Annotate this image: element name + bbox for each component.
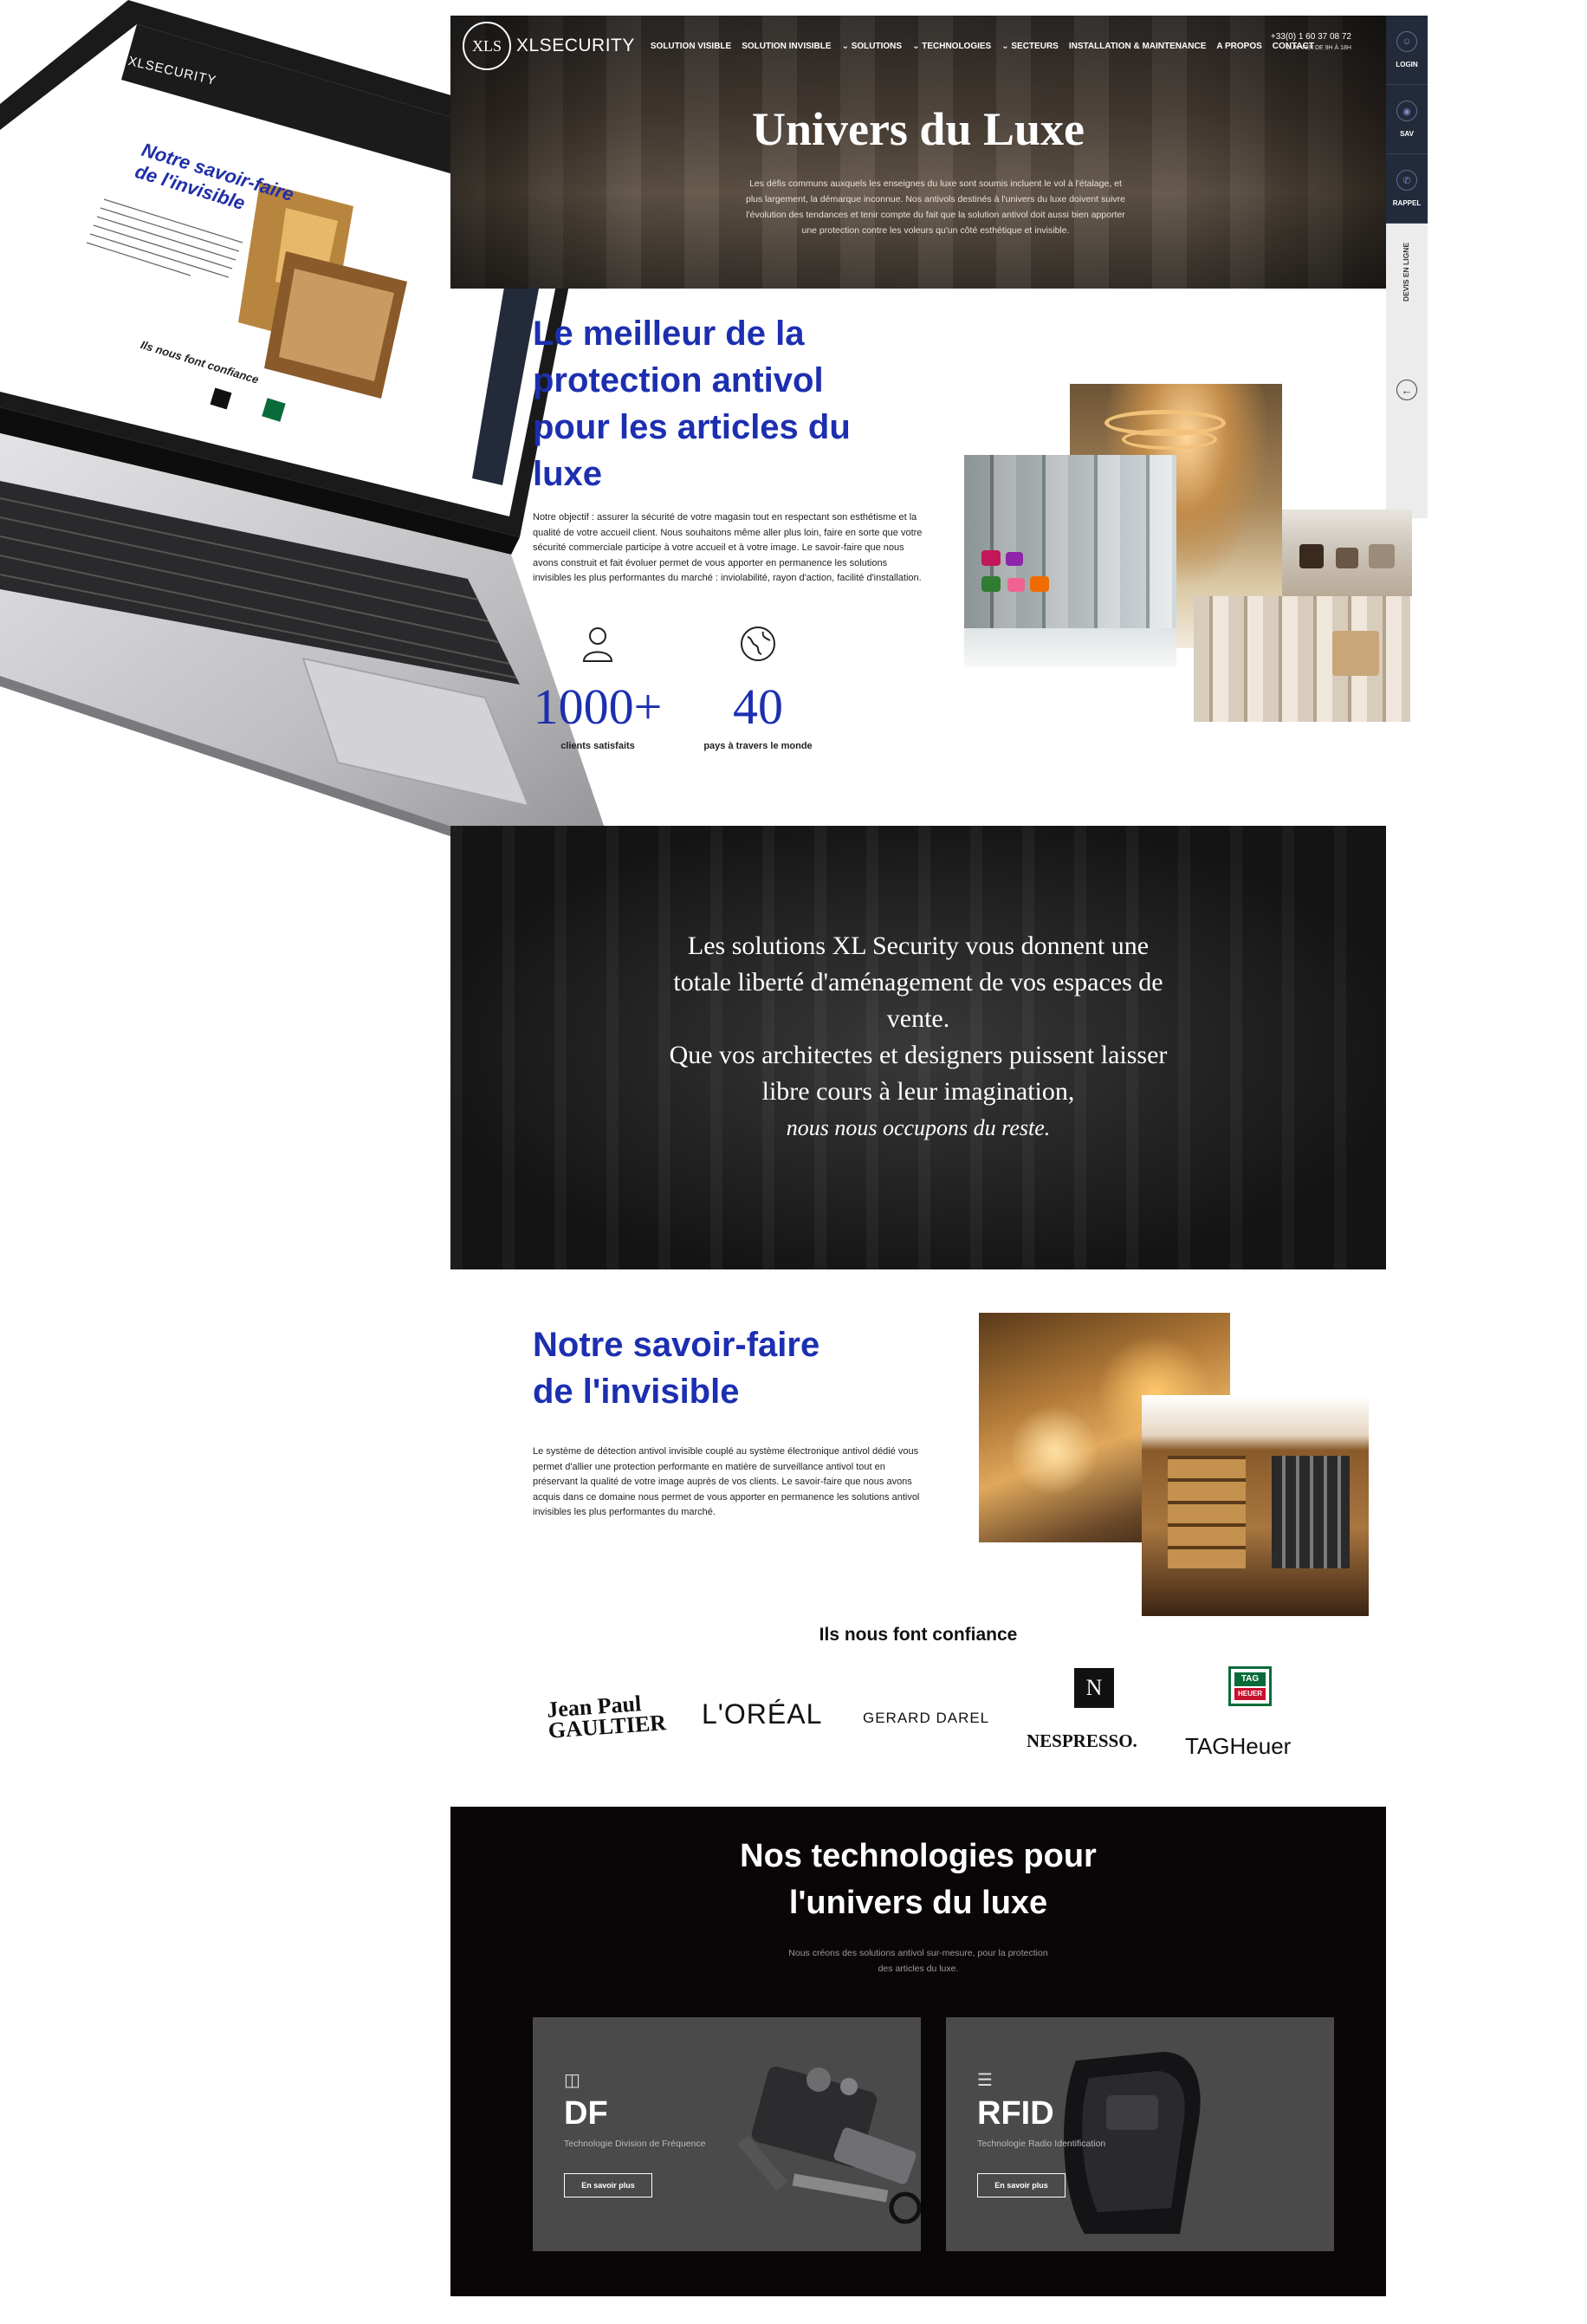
nespresso-logo-icon: N	[1074, 1668, 1114, 1708]
tech-title-line1: Nos technologies pour	[740, 1838, 1097, 1874]
website-preview: XLS XLSECURITY SOLUTION VISIBLE SOLUTION…	[450, 16, 1428, 2296]
nav-solutions[interactable]: ⌄ SOLUTIONS	[842, 42, 903, 51]
login-label: LOGIN	[1396, 61, 1418, 68]
nav-solution-invisible[interactable]: SOLUTION INVISIBLE	[742, 42, 831, 51]
top-nav: XLS XLSECURITY SOLUTION VISIBLE SOLUTION…	[450, 16, 1386, 76]
sav-button[interactable]: ◉ SAV	[1386, 85, 1428, 154]
tech-subtitle: Nous créons des solutions antivol sur-me…	[788, 1948, 1048, 1974]
stat-countries-value: 40	[733, 678, 783, 735]
tech-title: Nos technologies pour l'univers du luxe	[450, 1833, 1386, 1926]
brand-jean-paul-gaultier: Jean Paul GAULTIER	[546, 1691, 667, 1743]
hero-description: Les défis communs auxquels les enseignes…	[745, 179, 1125, 236]
nav-menu: SOLUTION VISIBLE SOLUTION INVISIBLE ⌄ SO…	[651, 42, 1314, 51]
side-rail-dark: ☺ LOGIN ◉ SAV ✆ RAPPEL	[1386, 16, 1428, 224]
phone-block: +33(0) 1 60 37 08 72 LUN-VEN DE 9H À 18H	[1265, 31, 1351, 54]
brand-jpg-line2: GAULTIER	[547, 1710, 667, 1743]
savoir-title: Notre savoir-faire de l'invisible	[533, 1321, 819, 1415]
df-more-button[interactable]: En savoir plus	[564, 2173, 652, 2197]
quote-line2: Que vos architectes et designers puissen…	[669, 1041, 1168, 1106]
rappel-button[interactable]: ✆ RAPPEL	[1386, 154, 1428, 224]
best-text: Notre objectif : assurer la sécurité de …	[533, 512, 923, 583]
tech-card-rfid[interactable]: ☰ RFID Technologie Radio Identification …	[946, 2017, 1334, 2251]
savoir-title-line2: de l'invisible	[533, 1373, 740, 1411]
arrow-left-icon[interactable]: ←	[1396, 380, 1417, 400]
nav-a-propos[interactable]: A PROPOS	[1216, 42, 1261, 51]
phone-icon: ✆	[1396, 170, 1417, 191]
nav-solution-visible[interactable]: SOLUTION VISIBLE	[651, 42, 731, 51]
rfid-title: RFID	[977, 2095, 1054, 2132]
tag-heuer-logo-icon: TAG HEUER	[1228, 1666, 1272, 1706]
stat-countries-label: pays à travers le monde	[703, 741, 813, 751]
store-photo-shelves	[1282, 510, 1412, 596]
savoir-title-line1: Notre savoir-faire	[533, 1326, 820, 1364]
hero-section: XLS XLSECURITY SOLUTION VISIBLE SOLUTION…	[450, 16, 1386, 289]
trust-section: Ils nous font confiance Jean Paul GAULTI…	[450, 1616, 1386, 1807]
df-icon: ◫	[564, 2071, 580, 2090]
rfid-icon: ☰	[977, 2071, 993, 2090]
quote-line1: Les solutions XL Security vous donnent u…	[673, 932, 1163, 1033]
hero-title: Univers du Luxe	[751, 103, 1085, 155]
nav-secteurs[interactable]: ⌄ SECTEURS	[1001, 42, 1059, 51]
rfid-more-button[interactable]: En savoir plus	[977, 2173, 1066, 2197]
login-button[interactable]: ☺ LOGIN	[1386, 16, 1428, 85]
savoir-faire-section: Notre savoir-faire de l'invisible Le sys…	[450, 1269, 1386, 1616]
quote-section: Les solutions XL Security vous donnent u…	[450, 826, 1386, 1269]
technologies-section: Nos technologies pour l'univers du luxe …	[450, 1807, 1386, 2296]
stat-clients: 1000+ clients satisfaits	[528, 625, 667, 751]
best-protection-section: Le meilleur de la protection antivol pou…	[450, 289, 1412, 826]
logo-text[interactable]: XLSECURITY	[516, 36, 635, 56]
quote-text: Les solutions XL Security vous donnent u…	[667, 928, 1169, 1146]
tag-badge-top: TAG	[1234, 1672, 1266, 1686]
devis-tab[interactable]: DEVIS EN LIGNE ←	[1386, 224, 1428, 518]
brand-nespresso: NESPRESSO.	[1027, 1730, 1137, 1751]
brand-loreal: L'ORÉAL	[702, 1698, 823, 1730]
opening-hours: LUN-VEN DE 9H À 18H	[1286, 45, 1351, 51]
nav-installation[interactable]: INSTALLATION & MAINTENANCE	[1069, 42, 1207, 51]
sav-label: SAV	[1400, 130, 1414, 138]
tag-badge-bottom: HEUER	[1234, 1688, 1266, 1700]
user-icon: ☺	[1396, 31, 1417, 52]
rappel-label: RAPPEL	[1392, 199, 1422, 207]
trust-title: Ils nous font confiance	[819, 1625, 1018, 1645]
quote-line3: nous nous occupons du reste.	[786, 1115, 1051, 1140]
store-photo-dressing	[1142, 1395, 1369, 1616]
brand-gerard-darel: GERARD DAREL	[863, 1710, 990, 1726]
stat-countries: 40 pays à travers le monde	[689, 625, 827, 751]
stat-clients-label: clients satisfaits	[560, 741, 635, 751]
tech-card-df[interactable]: ◫ DF Technologie Division de Fréquence E…	[533, 2017, 921, 2251]
support-icon: ◉	[1396, 101, 1417, 121]
rfid-description: Technologie Radio Identification	[977, 2139, 1106, 2149]
nav-technologies[interactable]: ⌄ TECHNOLOGIES	[912, 42, 991, 51]
store-photo-handbags	[964, 455, 1176, 667]
phone-number[interactable]: +33(0) 1 60 37 08 72	[1265, 31, 1351, 42]
stat-clients-value: 1000+	[533, 678, 663, 735]
logo-mark[interactable]: XLS	[463, 22, 511, 70]
side-rail: ☺ LOGIN ◉ SAV ✆ RAPPEL DEVIS EN LIGNE ←	[1386, 16, 1428, 518]
df-title: DF	[564, 2095, 608, 2132]
store-photo-clothes	[1194, 596, 1410, 722]
df-description: Technologie Division de Fréquence	[564, 2139, 706, 2149]
devis-label: DEVIS EN LIGNE	[1402, 242, 1410, 302]
savoir-text: Le système de détection antivol invisibl…	[533, 1446, 920, 1517]
brand-tag-heuer: TAGHeuer	[1185, 1733, 1292, 1759]
user-icon	[528, 625, 667, 671]
tech-title-line2: l'univers du luxe	[788, 1885, 1048, 1921]
df-device-image	[737, 2066, 921, 2224]
globe-icon	[689, 625, 827, 671]
best-title: Le meilleur de la protection antivol pou…	[533, 315, 851, 493]
